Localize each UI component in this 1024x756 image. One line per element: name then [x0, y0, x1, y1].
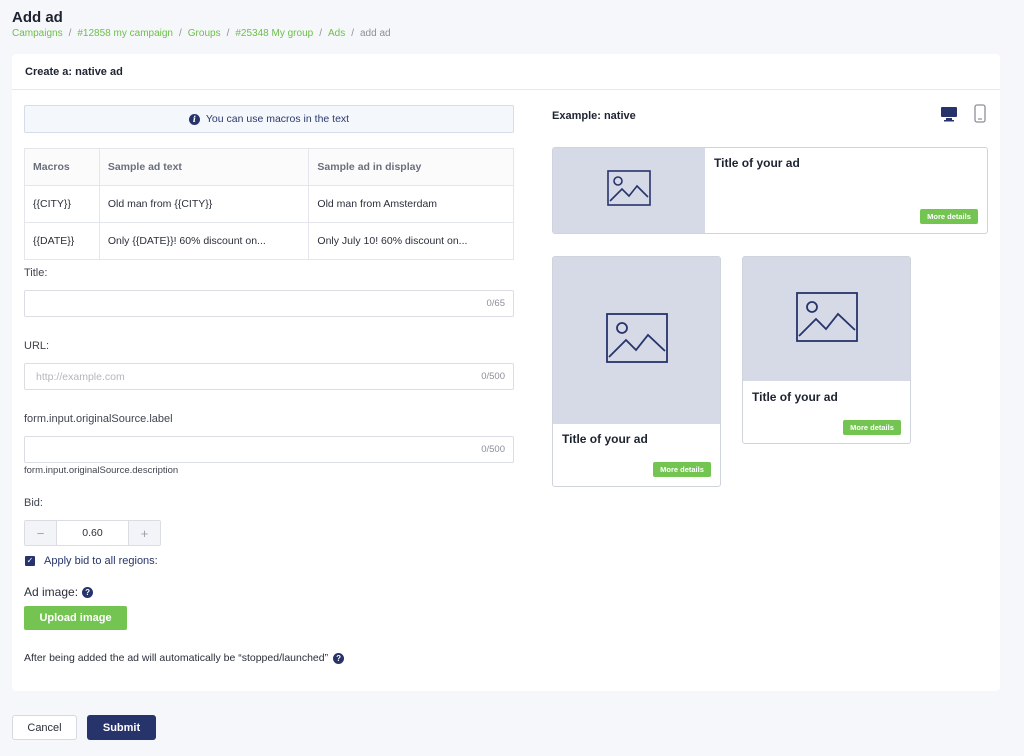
- image-icon: [795, 291, 858, 347]
- macros-info-text: You can use macros in the text: [205, 113, 350, 125]
- table-cell: Only {{DATE}}! 60% discount on...: [98, 222, 310, 260]
- after-note-text: After being added the ad will automatica…: [24, 652, 329, 664]
- ad-image-label-row: Ad image: ?: [24, 585, 94, 599]
- breadcrumb: Campaigns / #12858 my campaign / Groups …: [12, 28, 391, 39]
- breadcrumb-separator: /: [179, 28, 182, 39]
- apply-bid-row: ✓ Apply bid to all regions:: [25, 555, 158, 567]
- more-details-button[interactable]: More details: [843, 420, 901, 435]
- url-label: URL:: [24, 340, 50, 352]
- breadcrumb-groups[interactable]: Groups: [188, 28, 221, 39]
- ad-preview-tall: Title of your ad More details: [552, 256, 721, 487]
- table-cell: {{DATE}}: [24, 222, 100, 260]
- breadcrumb-campaign[interactable]: #12858 my campaign: [77, 28, 173, 39]
- bid-label: Bid:: [24, 497, 43, 509]
- title-label: Title:: [24, 267, 48, 279]
- ad-title: Title of your ad: [752, 390, 838, 404]
- more-details-button[interactable]: More details: [920, 209, 978, 224]
- more-details-button[interactable]: More details: [653, 462, 711, 477]
- apply-bid-label[interactable]: Apply bid to all regions:: [44, 555, 158, 567]
- after-note-row: After being added the ad will automatica…: [24, 652, 345, 664]
- mobile-icon[interactable]: [974, 104, 986, 128]
- breadcrumb-separator: /: [351, 28, 354, 39]
- original-source-label: form.input.originalSource.label: [24, 413, 173, 425]
- url-input[interactable]: http://example.com 0/500: [24, 363, 514, 390]
- submit-button[interactable]: Submit: [87, 715, 156, 740]
- bid-increment-button[interactable]: +: [129, 521, 160, 545]
- table-cell: Old man from {{CITY}}: [98, 185, 310, 223]
- apply-bid-checkbox[interactable]: ✓: [25, 556, 35, 566]
- title-char-counter: 0/65: [486, 298, 506, 309]
- ad-preview-medium: Title of your ad More details: [742, 256, 911, 444]
- bid-value-input[interactable]: 0.60: [56, 521, 129, 545]
- info-icon: i: [188, 113, 200, 125]
- desktop-icon[interactable]: [940, 106, 958, 127]
- table-cell: {{CITY}}: [24, 185, 100, 223]
- ad-image-placeholder: [553, 148, 705, 233]
- image-icon: [605, 313, 668, 368]
- page-title: Add ad: [12, 9, 63, 26]
- upload-image-button[interactable]: Upload image: [24, 606, 127, 630]
- title-input[interactable]: 0/65: [24, 290, 514, 317]
- breadcrumb-separator: /: [319, 28, 322, 39]
- ad-image-placeholder: [553, 257, 720, 424]
- original-source-input[interactable]: 0/500: [24, 436, 514, 463]
- ad-preview-wide: Title of your ad More details: [552, 147, 988, 234]
- macros-table: Macros Sample ad text Sample ad in displ…: [24, 148, 514, 260]
- column-header-macros: Macros: [24, 148, 100, 186]
- breadcrumb-separator: /: [226, 28, 230, 39]
- original-source-char-counter: 0/500: [481, 444, 505, 455]
- image-icon: [607, 170, 651, 211]
- table-cell: Only July 10! 60% discount on...: [308, 222, 514, 260]
- card-header: Create a: native ad: [12, 54, 1000, 90]
- table-row: {{CITY}} Old man from {{CITY}} Old man f…: [24, 185, 514, 223]
- breadcrumb-ads[interactable]: Ads: [328, 28, 345, 39]
- ad-title: Title of your ad: [562, 432, 648, 446]
- column-header-sample-text: Sample ad text: [98, 148, 310, 186]
- device-switcher: [940, 104, 986, 128]
- url-input-placeholder: http://example.com: [36, 370, 125, 383]
- ad-image-placeholder: [743, 257, 910, 381]
- help-icon[interactable]: ?: [333, 652, 345, 664]
- breadcrumb-group[interactable]: #25348 My group: [235, 28, 313, 39]
- macros-info-box: i You can use macros in the text: [24, 105, 514, 133]
- table-cell: Old man from Amsterdam: [308, 185, 514, 223]
- table-header-row: Macros Sample ad text Sample ad in displ…: [24, 148, 514, 186]
- url-char-counter: 0/500: [481, 371, 505, 382]
- breadcrumb-campaigns[interactable]: Campaigns: [12, 28, 63, 39]
- breadcrumb-current: add ad: [360, 28, 391, 39]
- ad-title: Title of your ad: [714, 156, 800, 170]
- create-ad-card: Create a: native ad i You can use macros…: [12, 54, 1000, 691]
- cancel-button[interactable]: Cancel: [12, 715, 77, 740]
- bid-decrement-button[interactable]: −: [25, 521, 56, 545]
- original-source-description: form.input.originalSource.description: [24, 465, 179, 476]
- preview-title: Example: native: [552, 110, 636, 122]
- breadcrumb-separator: /: [68, 28, 72, 39]
- help-icon[interactable]: ?: [82, 586, 94, 598]
- ad-image-label: Ad image:: [24, 585, 79, 599]
- bid-stepper: − 0.60 +: [24, 520, 161, 546]
- table-row: {{DATE}} Only {{DATE}}! 60% discount on.…: [24, 222, 514, 260]
- column-header-sample-display: Sample ad in display: [308, 148, 514, 186]
